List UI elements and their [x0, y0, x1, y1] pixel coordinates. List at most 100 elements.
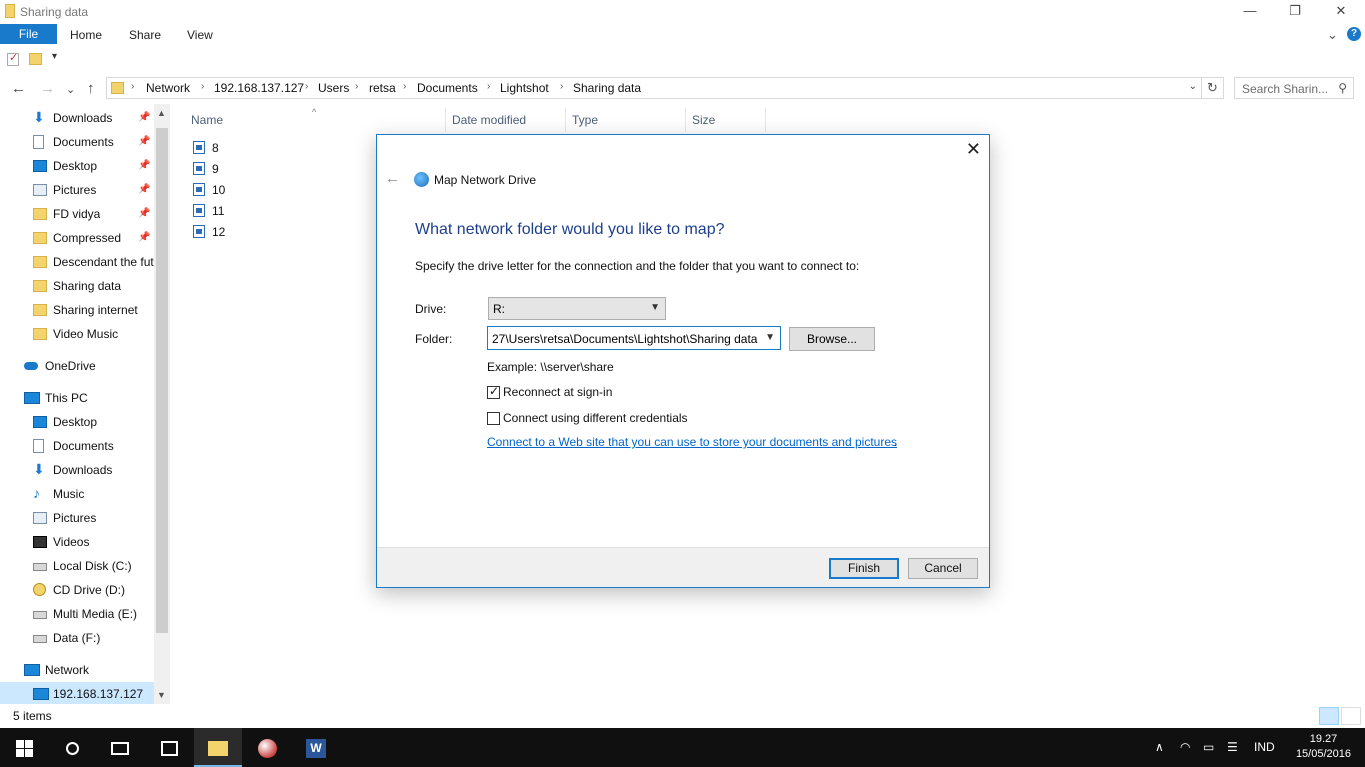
column-divider[interactable]	[445, 108, 446, 132]
large-icons-view-button[interactable]	[1341, 707, 1361, 725]
word-taskbar-button[interactable]: W	[292, 728, 340, 767]
separator-icon[interactable]: ›	[305, 81, 308, 92]
properties-icon[interactable]	[7, 51, 19, 66]
scroll-up-icon[interactable]: ▲	[157, 108, 166, 118]
nav-item-downloads-pinned[interactable]: ⬇ Downloads 📌	[0, 106, 154, 130]
up-button[interactable]: ↑	[87, 80, 95, 97]
crumb-lightshot[interactable]: Lightshot	[500, 81, 549, 95]
credentials-checkbox[interactable]	[487, 412, 500, 425]
column-type[interactable]: Type	[572, 108, 598, 132]
tab-view[interactable]: View	[187, 24, 213, 46]
minimize-button[interactable]: —	[1227, 0, 1273, 24]
nav-item-desktop[interactable]: Desktop	[0, 410, 154, 434]
tab-file[interactable]: File	[0, 24, 57, 44]
separator-icon[interactable]: ›	[201, 81, 204, 92]
chevron-down-icon[interactable]: ▼	[765, 332, 775, 343]
crumb-retsa[interactable]: retsa	[369, 81, 396, 95]
nav-item-multi-media-e[interactable]: Multi Media (E:)	[0, 602, 154, 626]
separator-icon[interactable]: ›	[403, 81, 406, 92]
crumb-users[interactable]: Users	[318, 81, 349, 95]
crumb-network[interactable]: Network	[146, 81, 190, 95]
search-icon[interactable]: ⚲	[1338, 81, 1347, 95]
show-hidden-icons[interactable]: ∧	[1155, 740, 1164, 754]
nav-item-fd-vidya[interactable]: FD vidya 📌	[0, 202, 154, 226]
pin-icon[interactable]: 📌	[138, 202, 150, 226]
separator-icon[interactable]: ›	[560, 81, 563, 92]
crumb-documents[interactable]: Documents	[417, 81, 478, 95]
action-center-icon[interactable]: ☰	[1227, 740, 1238, 754]
reconnect-label[interactable]: Reconnect at sign-in	[503, 385, 612, 399]
nav-item-videos[interactable]: Videos	[0, 530, 154, 554]
nav-item-onedrive[interactable]: OneDrive	[0, 354, 154, 378]
nav-item-local-disk-c[interactable]: Local Disk (C:)	[0, 554, 154, 578]
forward-button[interactable]: →	[40, 80, 55, 97]
battery-icon[interactable]: ▭	[1203, 740, 1214, 754]
pin-icon[interactable]: 📌	[138, 154, 150, 178]
help-icon[interactable]: ?	[1347, 27, 1361, 41]
nav-item-compressed[interactable]: Compressed 📌	[0, 226, 154, 250]
refresh-button[interactable]: ↻	[1202, 77, 1224, 99]
nav-item-this-pc[interactable]: This PC	[0, 386, 154, 410]
finish-button[interactable]: Finish	[829, 558, 899, 579]
nav-item-network[interactable]: Network	[0, 658, 154, 682]
dialog-back-button[interactable]: ←	[385, 170, 400, 187]
nav-item-ip-computer[interactable]: 192.168.137.127	[0, 682, 154, 704]
web-site-link[interactable]: Connect to a Web site that you can use t…	[487, 435, 897, 449]
close-window-button[interactable]: ✕	[1318, 0, 1364, 24]
nav-item-sharing-internet[interactable]: Sharing internet	[0, 298, 154, 322]
new-folder-icon[interactable]	[29, 53, 42, 65]
column-divider[interactable]	[565, 108, 566, 132]
separator-icon[interactable]: ›	[131, 81, 134, 92]
pin-icon[interactable]: 📌	[138, 130, 150, 154]
pin-icon[interactable]: 📌	[138, 106, 150, 130]
nav-item-downloads[interactable]: ⬇ Downloads	[0, 458, 154, 482]
task-view-button[interactable]	[96, 728, 144, 767]
drive-select[interactable]: R: ▼	[488, 297, 666, 320]
pin-icon[interactable]: 📌	[138, 178, 150, 202]
separator-icon[interactable]: ›	[487, 81, 490, 92]
column-divider[interactable]	[685, 108, 686, 132]
recent-locations-icon[interactable]: ⌄	[66, 83, 75, 96]
nav-item-pictures[interactable]: Pictures	[0, 506, 154, 530]
dialog-close-button[interactable]: ✕	[966, 139, 981, 160]
reconnect-checkbox[interactable]	[487, 384, 500, 399]
paint-taskbar-button[interactable]	[243, 728, 291, 767]
store-button[interactable]	[145, 728, 193, 767]
browse-button[interactable]: Browse...	[789, 327, 875, 351]
nav-item-documents-pinned[interactable]: Documents 📌	[0, 130, 154, 154]
search-box[interactable]: Search Sharin... ⚲	[1234, 77, 1354, 99]
input-language[interactable]: IND	[1254, 740, 1275, 754]
nav-scrollbar[interactable]: ▲ ▼	[154, 104, 170, 704]
crumb-sharing-data[interactable]: Sharing data	[573, 81, 641, 95]
crumb-ip[interactable]: 192.168.137.127	[214, 81, 304, 95]
nav-item-sharing-data[interactable]: Sharing data	[0, 274, 154, 298]
credentials-label[interactable]: Connect using different credentials	[503, 411, 688, 425]
clock[interactable]: 19.27 15/05/2016	[1296, 732, 1351, 762]
file-explorer-taskbar-button[interactable]	[194, 728, 242, 767]
wifi-icon[interactable]: ◠	[1180, 740, 1190, 754]
tab-share[interactable]: Share	[129, 24, 161, 46]
nav-item-video-music[interactable]: Video Music	[0, 322, 154, 346]
scroll-down-icon[interactable]: ▼	[157, 690, 166, 700]
nav-item-pictures-pinned[interactable]: Pictures 📌	[0, 178, 154, 202]
nav-item-cd-drive-d[interactable]: CD Drive (D:)	[0, 578, 154, 602]
column-date-modified[interactable]: Date modified	[452, 108, 526, 132]
column-size[interactable]: Size	[692, 108, 715, 132]
separator-icon[interactable]: ›	[355, 81, 358, 92]
column-name[interactable]: Name	[191, 108, 223, 132]
nav-item-desktop-pinned[interactable]: Desktop 📌	[0, 154, 154, 178]
address-bar[interactable]: › Network › 192.168.137.127 › Users › re…	[106, 77, 1202, 99]
ribbon-expand-icon[interactable]: ⌄	[1327, 27, 1338, 43]
pin-icon[interactable]: 📌	[138, 226, 150, 250]
address-dropdown-icon[interactable]: ⌄	[1189, 81, 1197, 92]
search-taskbar-button[interactable]	[48, 728, 96, 767]
tab-home[interactable]: Home	[70, 24, 102, 46]
cancel-button[interactable]: Cancel	[908, 558, 978, 579]
details-view-button[interactable]	[1319, 707, 1339, 725]
nav-item-data-f[interactable]: Data (F:)	[0, 626, 154, 650]
scrollbar-thumb[interactable]	[156, 128, 168, 633]
restore-button[interactable]: ❐	[1272, 0, 1318, 24]
back-button[interactable]: ←	[11, 80, 26, 97]
column-divider[interactable]	[765, 108, 766, 132]
start-button[interactable]	[0, 728, 48, 767]
